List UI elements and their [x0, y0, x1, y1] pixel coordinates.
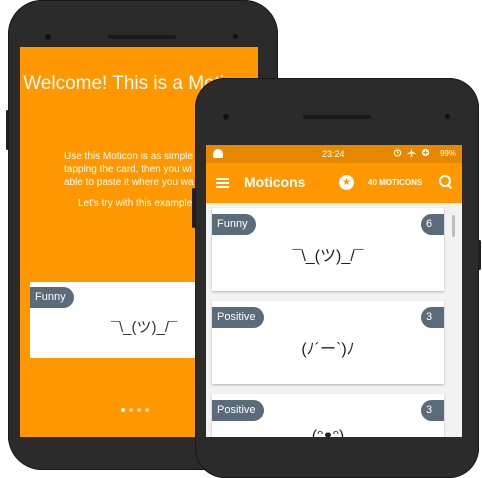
count-badge: 3	[421, 400, 444, 421]
moticon-face: (ᵔᴥᵔ)	[311, 428, 345, 437]
page-dot[interactable]	[121, 408, 125, 412]
app-title: Moticons	[244, 174, 306, 190]
page-dot[interactable]	[145, 408, 149, 412]
page-dot[interactable]	[129, 408, 133, 412]
battery-level: 99%	[439, 149, 456, 158]
volume-button	[6, 110, 9, 150]
menu-icon[interactable]	[216, 178, 229, 188]
count-badge: 3	[421, 307, 444, 328]
volume-button	[192, 188, 195, 228]
status-icons	[393, 148, 430, 157]
status-time: 23:24	[322, 149, 345, 159]
sensor-icon	[233, 34, 238, 39]
intro-try-text: Let's try with this example	[78, 198, 193, 209]
category-tag: Funny	[30, 287, 74, 308]
front-camera-icon	[45, 34, 51, 40]
data-saver-icon	[421, 148, 430, 157]
speaker-grille	[108, 35, 176, 39]
moticon-face: ¯\_(ツ)_/¯	[292, 248, 364, 265]
power-button	[478, 240, 481, 270]
page-indicator	[121, 408, 149, 412]
page-dot[interactable]	[137, 408, 141, 412]
search-icon[interactable]	[439, 175, 453, 190]
moticon-face: (ﾉ´ー`)ﾉ	[301, 341, 355, 358]
airplane-mode-icon	[407, 148, 416, 157]
moticons-count[interactable]: 40 MOTICONS	[368, 178, 422, 187]
alarm-icon	[393, 149, 402, 157]
sensor-icon	[445, 114, 450, 119]
front-camera-icon	[223, 114, 229, 120]
speaker-grille	[303, 115, 371, 119]
category-tag: Positive	[212, 307, 264, 328]
app-toolbar: Moticons ★ 40 MOTICONS	[206, 163, 462, 203]
category-tag: Funny	[212, 214, 256, 235]
moticon-card[interactable]: Positive 3 (ﾉ´ー`)ﾉ	[212, 301, 444, 384]
status-bar: 23:24 99%	[206, 145, 462, 163]
android-notification-icon	[213, 149, 223, 158]
count-badge: 6	[421, 214, 444, 235]
app-screen: 23:24 99% Moticons ★ 40 MOTICONS Funny 6…	[206, 145, 462, 437]
moticon-card[interactable]: Funny 6 ¯\_(ツ)_/¯	[212, 208, 444, 291]
scrollbar[interactable]	[452, 215, 455, 237]
moticon-card[interactable]: Positive 3 (ᵔᴥᵔ)	[212, 394, 444, 437]
star-icon[interactable]: ★	[339, 175, 354, 190]
category-tag: Positive	[212, 400, 264, 421]
